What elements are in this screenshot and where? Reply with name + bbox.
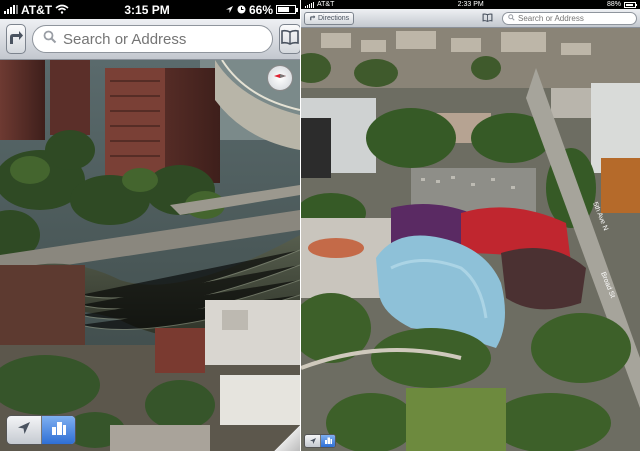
signal-icon [305,1,314,8]
page-curl-button[interactable] [274,425,300,451]
status-bar: AT&T 2:33 PM 88% [301,0,640,9]
wifi-icon [55,3,69,17]
3d-view-button[interactable] [320,435,335,447]
battery-percent: 88% [606,1,621,8]
battery-icon [624,1,637,8]
search-icon [508,13,515,23]
search-input[interactable] [518,13,631,23]
location-arrow-icon [16,420,32,441]
directions-button[interactable]: Directions [304,11,355,25]
satellite-3d-map[interactable] [0,60,300,451]
signal-icon [4,5,18,14]
directions-button[interactable] [6,24,26,54]
location-button[interactable] [305,435,320,447]
map-controls [304,434,336,448]
search-bar[interactable] [32,25,273,53]
carrier-label: AT&T [21,2,53,17]
search-icon [43,30,57,48]
status-bar: AT&T 3:15 PM 66% [0,0,300,19]
bookmarks-book-icon [482,9,493,27]
directions-arrow-icon [7,28,25,51]
right-map-screen: AT&T 2:33 PM 88% Directions Search or Ad… [301,0,640,451]
map-controls [6,415,76,445]
compass-icon [272,68,288,89]
status-time: 3:15 PM [124,2,170,17]
search-bar[interactable] [502,11,637,25]
battery-percent: 66% [248,2,273,17]
bookmarks-button[interactable] [478,12,496,25]
3d-buildings-icon [324,435,333,447]
compass-button[interactable] [267,65,293,91]
3d-buildings-icon [50,419,68,442]
location-button[interactable] [7,416,41,444]
left-map-screen: AT&T 3:15 PM 66% [0,0,300,451]
battery-icon [276,5,298,14]
directions-label: Directions [318,14,350,22]
carrier-label: AT&T [317,1,335,8]
directions-arrow-icon [309,14,316,23]
clock-icon [237,3,246,17]
location-services-icon [225,3,234,17]
satellite-3d-map[interactable]: 5th Ave N Broad St [301,28,640,451]
search-input[interactable] [63,30,262,48]
bookmarks-book-icon [280,29,300,50]
map-toolbar: Directions [301,9,640,28]
status-time: 2:33 PM [457,1,484,8]
map-toolbar [0,19,300,60]
location-arrow-icon [309,435,317,447]
3d-view-button[interactable] [41,416,75,444]
bookmarks-button[interactable] [279,24,300,54]
